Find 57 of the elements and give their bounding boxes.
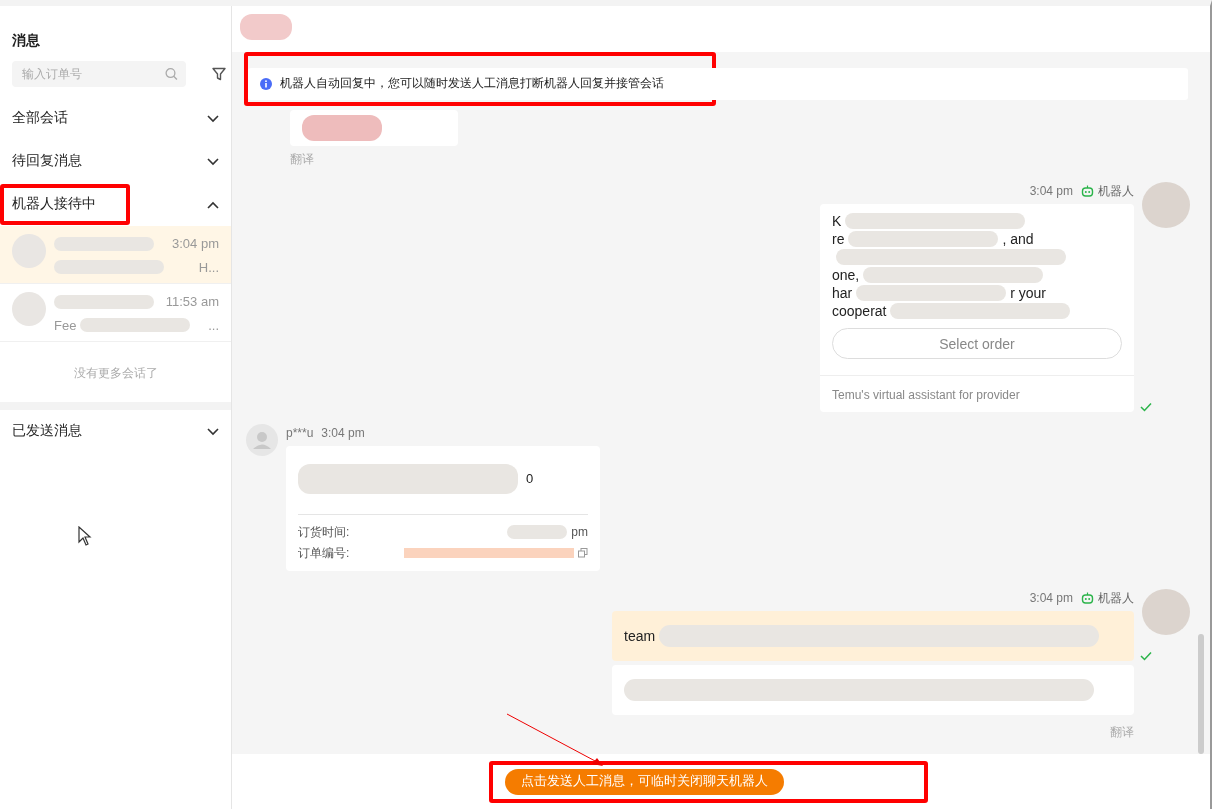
message-time: 3:04 pm: [1029, 590, 1073, 607]
conversation-time: 3:04 pm: [172, 235, 219, 253]
section-label: 已发送消息: [12, 422, 82, 441]
preview-text: ...: [208, 316, 219, 335]
message-text: cooperat: [832, 302, 887, 320]
avatar-blur: [1142, 182, 1190, 228]
preview-text: H...: [198, 258, 219, 277]
avatar-circle: [12, 292, 46, 326]
avatar-blur: [1142, 589, 1190, 635]
redaction-blur: [240, 14, 292, 40]
message-text: , and: [1002, 230, 1034, 248]
conversation-time: 11:53 am: [165, 293, 219, 311]
filter-icon[interactable]: [212, 67, 226, 81]
translate-link[interactable]: 翻译: [1110, 723, 1134, 741]
scrollbar-thumb[interactable]: [1198, 634, 1204, 754]
field-label: 订货时间:: [298, 523, 350, 541]
mouse-cursor-icon: [78, 526, 92, 546]
robot-icon: [1081, 592, 1094, 604]
preview-text: Fee: [54, 316, 77, 335]
user-avatar-icon: [246, 424, 278, 456]
message-text: team: [624, 626, 656, 646]
redaction-blur: [507, 524, 568, 539]
field-label: 订单编号:: [298, 544, 350, 562]
sender-name: 机器人: [1098, 590, 1134, 607]
end-note: 没有更多会话了: [72, 365, 159, 382]
section-label: 全部会话: [12, 109, 68, 128]
order-summary-text: 0: [526, 470, 534, 489]
sidebar-title: 消息: [11, 31, 41, 50]
search-field[interactable]: 输入订单号: [12, 61, 186, 87]
field-value: pm: [571, 523, 588, 541]
sender-name: p***u: [286, 425, 314, 442]
assistant-footer: Temu's virtual assistant for provider: [820, 375, 1134, 412]
section-header[interactable]: 全部会话: [0, 97, 231, 140]
search-icon[interactable]: [165, 67, 178, 81]
message-text: re: [832, 230, 845, 248]
section-label: 待回复消息: [12, 152, 82, 171]
conversation-item[interactable]: 11:53 am Fee ...: [0, 284, 231, 342]
notice-text: 机器人自动回复中，您可以随时发送人工消息打断机器人回复并接管会话: [280, 76, 664, 92]
copy-icon[interactable]: [578, 547, 588, 558]
message-text: r your: [1010, 284, 1047, 302]
translate-link[interactable]: 翻译: [290, 150, 314, 168]
section-header[interactable]: 机器人接待中: [0, 183, 231, 226]
sender-name: 机器人: [1098, 183, 1134, 200]
message-text: one,: [832, 266, 860, 284]
robot-icon: [1081, 185, 1094, 197]
info-icon: [260, 78, 272, 90]
section-header[interactable]: 待回复消息: [0, 140, 231, 183]
search-input[interactable]: 输入订单号: [20, 64, 166, 84]
message-time: 3:04 pm: [321, 425, 365, 442]
message-text: har: [832, 284, 853, 302]
message-time: 3:04 pm: [1029, 183, 1073, 200]
section-header[interactable]: 已发送消息: [0, 410, 231, 453]
section-label: 机器人接待中: [12, 196, 96, 212]
select-order-button[interactable]: Select order: [832, 328, 1122, 359]
send-manual-message-button[interactable]: 点击发送人工消息，可临时关闭聊天机器人: [504, 768, 784, 795]
message-text: K: [832, 212, 842, 230]
conversation-item[interactable]: 3:04 pm H...: [0, 226, 231, 284]
